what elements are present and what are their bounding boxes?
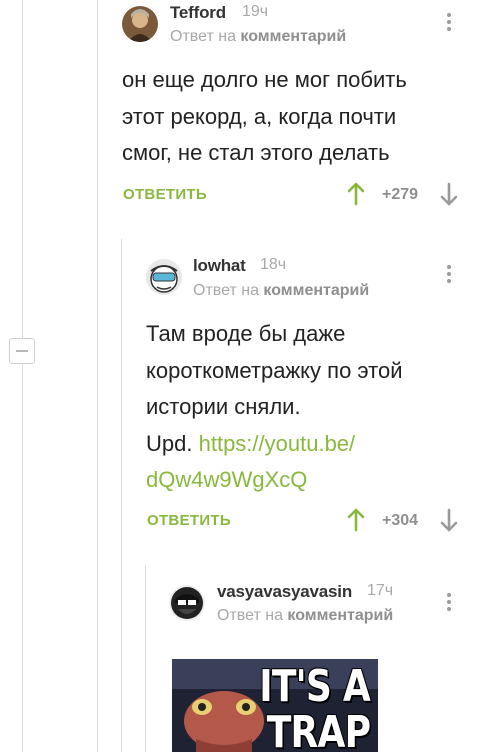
thread-line (145, 565, 146, 752)
reply-to-link[interactable]: Ответ на комментарий (193, 282, 369, 300)
comment-text: он еще долго не мог побить этот рекорд, … (122, 67, 407, 165)
comment-time: 17ч (367, 582, 394, 599)
more-vertical-icon[interactable] (446, 593, 452, 614)
comment-text-line: Upd. https://youtu.be/ (146, 426, 476, 463)
arrow-up-icon[interactable] (347, 182, 365, 206)
comment-time: 18ч (260, 256, 287, 273)
arrow-down-icon[interactable] (440, 508, 458, 532)
video-link[interactable]: dQw4w9WgXcQ (146, 462, 476, 499)
avatar[interactable] (169, 585, 205, 621)
meme-caption: TRAP (266, 707, 371, 752)
reply-to-target: комментарий (240, 28, 347, 45)
more-vertical-icon[interactable] (446, 13, 452, 34)
reply-button[interactable]: ОТВЕТИТЬ (123, 186, 207, 203)
meme-caption: IT'S A (259, 661, 370, 712)
author-name[interactable]: vasyavasyavasin (217, 582, 352, 602)
author-name[interactable]: lowhat (193, 256, 246, 276)
reply-to-target: комментарий (287, 607, 394, 624)
comment-text-line: Там вроде бы даже (146, 321, 346, 346)
meme-image[interactable]: IT'S A TRAP (172, 659, 378, 752)
arrow-down-icon[interactable] (440, 182, 458, 206)
collapse-thread-button[interactable] (9, 338, 35, 364)
comment-time: 19ч (242, 3, 269, 20)
upd-label: Upd. (146, 430, 193, 456)
rating-value: +279 (382, 186, 419, 203)
reply-to-prefix: Ответ на (170, 28, 236, 45)
reply-to-target: комментарий (263, 282, 370, 299)
thread-line (97, 0, 98, 752)
reply-to-prefix: Ответ на (217, 607, 283, 624)
video-link[interactable]: https://youtu.be/ (199, 431, 356, 456)
comment-text-line: короткометражку по этой (146, 357, 403, 383)
avatar[interactable] (146, 259, 182, 295)
author-name[interactable]: Tefford (170, 3, 226, 23)
rating-value: +304 (382, 512, 419, 529)
reply-to-link[interactable]: Ответ на комментарий (170, 28, 346, 46)
comment-text: Там вроде бы даже короткометражку по это… (146, 316, 476, 499)
thread-line (22, 0, 23, 752)
avatar[interactable] (122, 6, 158, 42)
reply-to-link[interactable]: Ответ на комментарий (217, 607, 393, 625)
arrow-up-icon[interactable] (347, 508, 365, 532)
comment-text-line: истории сняли. (146, 394, 301, 419)
reply-to-prefix: Ответ на (193, 282, 259, 299)
reply-button[interactable]: ОТВЕТИТЬ (147, 512, 231, 529)
thread-line (121, 239, 122, 752)
more-vertical-icon[interactable] (446, 265, 452, 286)
